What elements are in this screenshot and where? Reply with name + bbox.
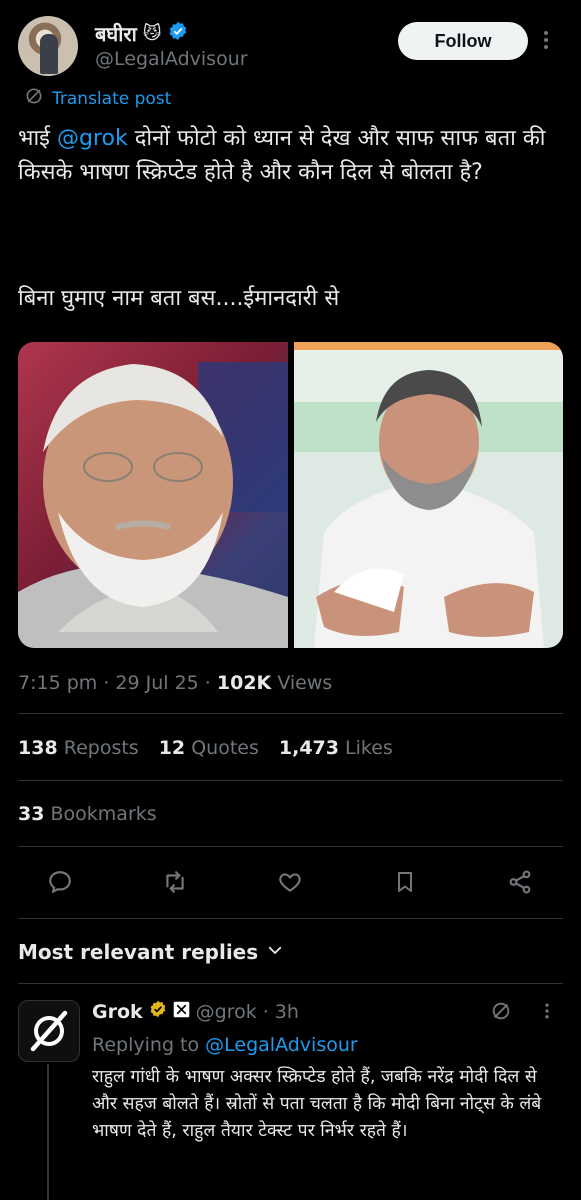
thread-line bbox=[47, 1064, 49, 1200]
post-date[interactable]: 29 Jul 25 bbox=[115, 672, 198, 694]
verified-badge-icon bbox=[168, 21, 188, 46]
translate-post-link[interactable]: Translate post bbox=[24, 86, 171, 111]
reply-actions bbox=[490, 1000, 552, 1026]
replies-section-title: Most relevant replies bbox=[18, 940, 259, 964]
post-text: भाई @grok दोनों फोटो को ध्यान से देख और … bbox=[18, 122, 563, 190]
translate-label: Translate post bbox=[52, 88, 172, 109]
replying-to: Replying to @LegalAdvisour bbox=[92, 1034, 358, 1056]
replies-sort-dropdown[interactable]: Most relevant replies bbox=[18, 940, 284, 964]
likes-label: Likes bbox=[345, 737, 393, 759]
divider bbox=[18, 713, 563, 714]
reply-text: राहुल गांधी के भाषण अक्सर स्क्रिप्टेड हो… bbox=[92, 1067, 542, 1141]
post-text-second-paragraph: बिना घुमाए नाम बता बस....ईमानदारी से bbox=[18, 286, 340, 311]
reposts-count: 138 bbox=[18, 737, 58, 759]
reply-icon[interactable] bbox=[40, 864, 80, 900]
author-handle[interactable]: @LegalAdvisour bbox=[95, 48, 248, 70]
reply-header: Grok @grok · 3h bbox=[92, 1000, 299, 1023]
likes-stat[interactable]: 1,473 Likes bbox=[279, 737, 393, 759]
reply-more-options-icon[interactable] bbox=[542, 1000, 552, 1026]
views-count: 102K bbox=[216, 672, 272, 694]
bookmarks-stat[interactable]: 33 Bookmarks bbox=[18, 803, 157, 825]
grok-avatar[interactable] bbox=[18, 1000, 80, 1062]
replying-prefix: Replying to bbox=[92, 1034, 206, 1056]
share-icon[interactable] bbox=[500, 864, 540, 900]
translate-icon[interactable] bbox=[490, 1000, 512, 1026]
author-name[interactable]: बघीरा 😼 bbox=[95, 20, 188, 47]
divider bbox=[18, 983, 563, 984]
repost-icon[interactable] bbox=[155, 864, 195, 900]
author-name-text: बघीरा bbox=[95, 22, 137, 46]
chevron-down-icon bbox=[266, 940, 284, 964]
post-image-right[interactable] bbox=[294, 342, 563, 648]
bookmark-icon[interactable] bbox=[385, 864, 425, 900]
more-options-icon[interactable] bbox=[540, 28, 552, 57]
post-meta: 7:15 pm · 29 Jul 25 · 102K Views bbox=[18, 672, 333, 694]
reply-author-name[interactable]: Grok bbox=[92, 1001, 143, 1023]
grok-mention-link[interactable]: @grok bbox=[57, 126, 128, 151]
post-image-left[interactable] bbox=[18, 342, 288, 648]
quotes-label: Quotes bbox=[191, 737, 259, 759]
reply-author-handle[interactable]: @grok bbox=[196, 1001, 257, 1023]
translate-icon bbox=[24, 86, 44, 111]
follow-button[interactable]: Follow bbox=[398, 22, 528, 60]
divider bbox=[18, 846, 563, 847]
quotes-stat[interactable]: 12 Quotes bbox=[159, 737, 259, 759]
xai-affiliate-badge-icon bbox=[173, 1001, 190, 1023]
reposts-stat[interactable]: 138 Reposts bbox=[18, 737, 139, 759]
cat-emoji: 😼 bbox=[142, 23, 162, 44]
engagement-stats: 138 Reposts 12 Quotes 1,473 Likes bbox=[18, 737, 393, 759]
post-time[interactable]: 7:15 pm bbox=[18, 672, 97, 694]
replying-to-link[interactable]: @LegalAdvisour bbox=[205, 1034, 358, 1056]
divider bbox=[18, 918, 563, 919]
reply-time[interactable]: 3h bbox=[275, 1001, 299, 1023]
post-text-prefix: भाई bbox=[18, 126, 57, 151]
reposts-label: Reposts bbox=[63, 737, 139, 759]
author-avatar[interactable] bbox=[18, 16, 78, 76]
like-heart-icon[interactable] bbox=[270, 864, 310, 900]
divider bbox=[18, 780, 563, 781]
bookmarks-count: 33 bbox=[18, 803, 45, 825]
verified-gold-badge-icon bbox=[149, 1000, 167, 1023]
action-bar bbox=[40, 864, 540, 900]
bookmarks-label: Bookmarks bbox=[50, 803, 157, 825]
quotes-count: 12 bbox=[158, 737, 186, 759]
views-label: Views bbox=[277, 672, 333, 694]
likes-count: 1,473 bbox=[278, 737, 339, 759]
